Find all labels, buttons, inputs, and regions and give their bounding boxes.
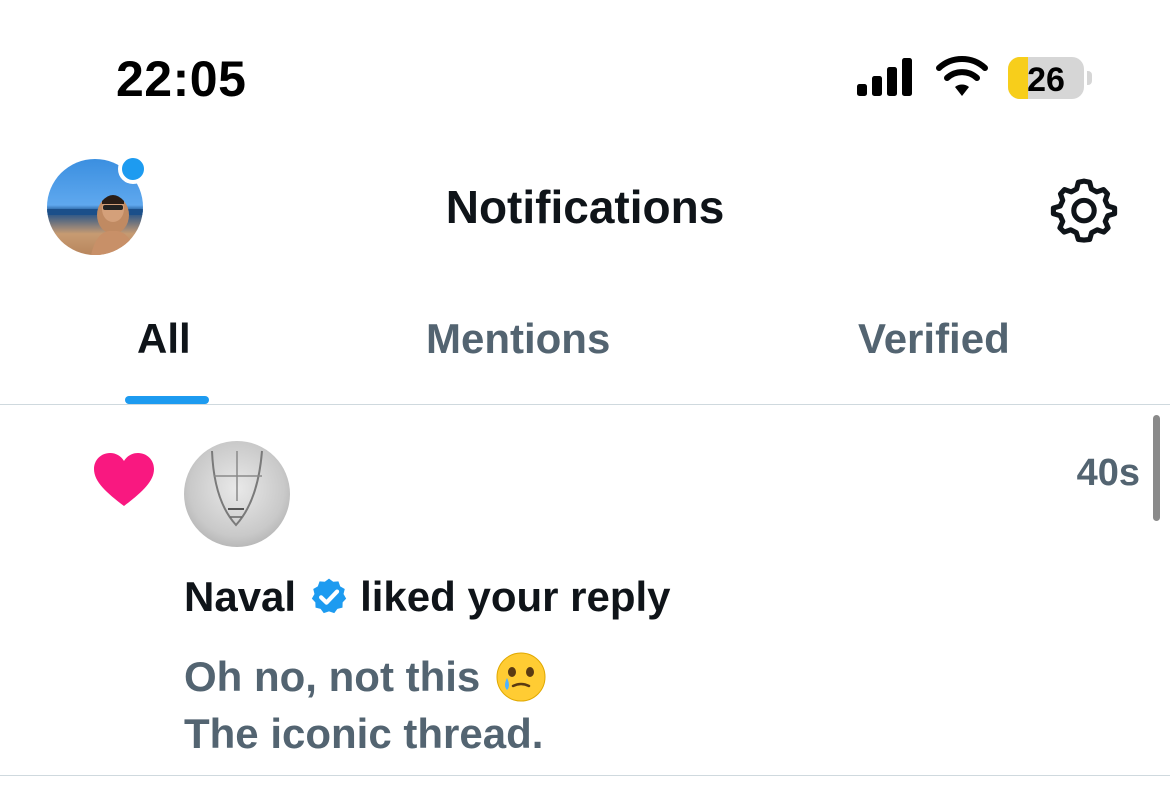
battery-level: 26 bbox=[1027, 61, 1065, 99]
notification-divider bbox=[0, 775, 1170, 776]
tab-mentions[interactable]: Mentions bbox=[426, 315, 610, 363]
status-time: 22:05 bbox=[116, 51, 247, 107]
tab-all[interactable]: All bbox=[137, 315, 191, 363]
notification-time: 40s bbox=[1076, 452, 1140, 494]
page-title: Notifications bbox=[445, 181, 725, 233]
tweet-text-line-2[interactable]: The iconic thread. bbox=[184, 710, 543, 758]
tabs-divider bbox=[0, 404, 1170, 405]
gear-icon[interactable] bbox=[1050, 176, 1118, 244]
notification-action: liked your reply bbox=[360, 573, 671, 620]
heart-icon bbox=[94, 453, 154, 506]
notification-headline[interactable]: Naval liked your reply bbox=[184, 573, 671, 621]
scrollbar[interactable] bbox=[1153, 415, 1160, 521]
tweet-text-line-1[interactable]: Oh no, not this bbox=[184, 650, 548, 704]
tab-verified[interactable]: Verified bbox=[858, 315, 1010, 363]
active-tab-indicator bbox=[125, 396, 209, 404]
tweet-text: Oh no, not this bbox=[184, 653, 481, 700]
verified-badge-icon bbox=[311, 578, 347, 614]
battery-icon: 26 bbox=[1008, 57, 1084, 99]
cellular-signal-icon bbox=[857, 58, 912, 96]
battery-tip bbox=[1087, 71, 1092, 85]
face-holding-back-tears-emoji bbox=[496, 652, 546, 702]
user-avatar-sketch bbox=[211, 450, 263, 527]
user-avatar[interactable] bbox=[184, 441, 290, 547]
user-name[interactable]: Naval bbox=[184, 573, 296, 621]
wifi-icon bbox=[936, 56, 988, 96]
